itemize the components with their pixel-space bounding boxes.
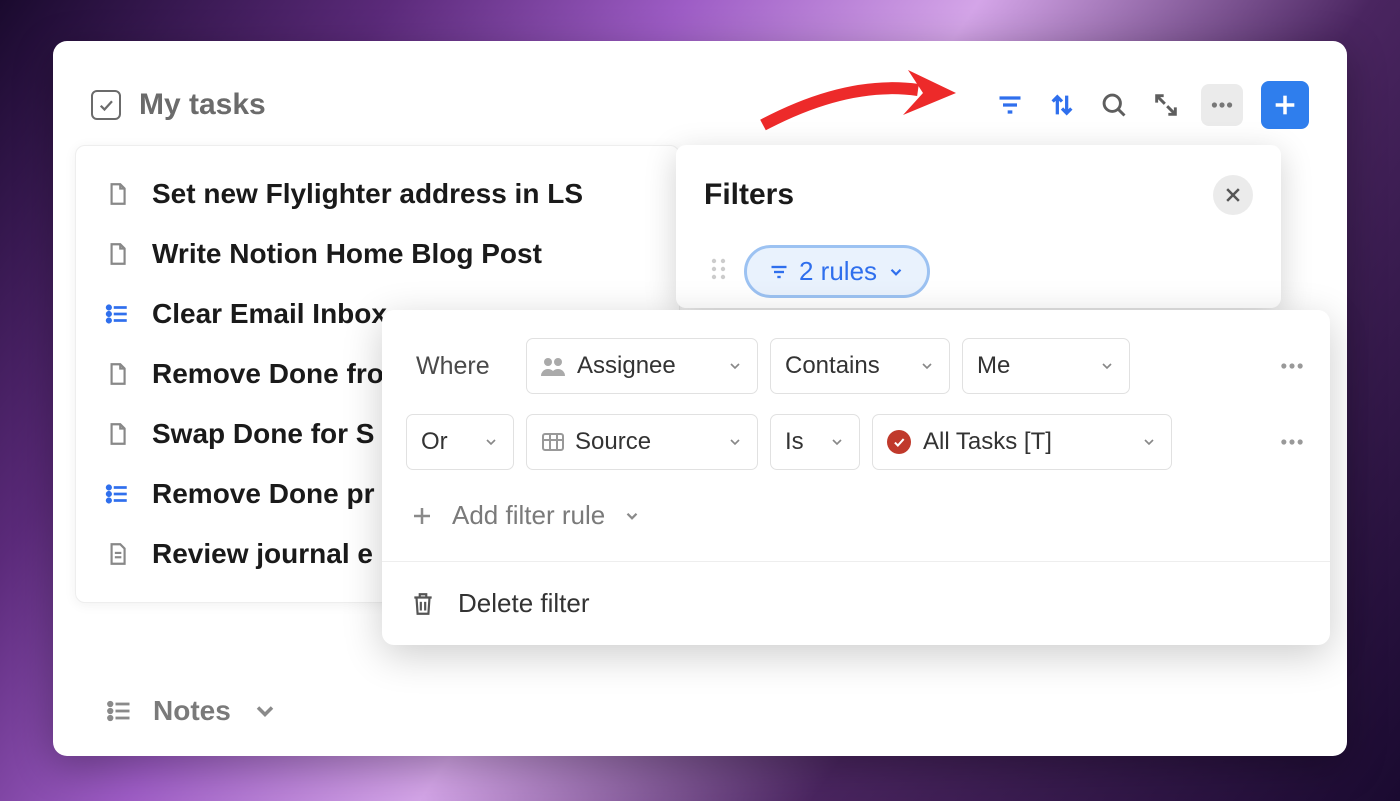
value-label: Me [977,352,1010,380]
condition-label: Is [785,428,804,456]
toolbar [993,81,1309,129]
task-label: Swap Done for S [152,418,374,450]
task-row[interactable]: Set new Flylighter address in LS [76,164,679,224]
header: My tasks [91,81,1309,129]
add-button[interactable] [1261,81,1309,129]
task-label: Remove Done fro [152,358,384,390]
annotation-arrow [758,55,958,140]
filters-popover: Filters 2 rules [676,145,1281,308]
rules-pill-label: 2 rules [799,256,877,287]
value-label: All Tasks [T] [923,428,1052,456]
add-filter-rule-button[interactable]: Add filter rule [406,490,1306,561]
close-button[interactable] [1213,175,1253,215]
task-row[interactable]: Write Notion Home Blog Post [76,224,679,284]
checkbox-icon [91,90,121,120]
row-more-button[interactable] [1278,428,1306,456]
notes-label: Notes [153,695,231,727]
filters-title: Filters [704,178,794,212]
task-label: Review journal e [152,538,373,570]
task-label: Remove Done pr [152,478,375,510]
expand-icon[interactable] [1149,88,1183,122]
task-label: Write Notion Home Blog Post [152,238,542,270]
task-label: Clear Email Inbox [152,298,387,330]
where: Where [406,346,514,387]
sort-icon[interactable] [1045,88,1079,122]
drag-handle-icon[interactable] [710,256,728,287]
notes-toggle[interactable]: Notes [105,695,279,727]
more-button[interactable] [1201,84,1243,126]
property-select[interactable]: Source [526,414,758,470]
delete-filter-label: Delete filter [458,588,590,619]
connector-label: Or [421,428,448,456]
check-circle-icon [887,430,911,454]
add-rule-label: Add filter rule [452,500,605,531]
chevron-down-icon [251,697,279,725]
title-group: My tasks [91,88,266,122]
filter-rule-row: Or Source Is All Tasks [T] [406,414,1306,470]
connector-select[interactable]: Or [406,414,514,470]
property-select[interactable]: Assignee [526,338,758,394]
value-select[interactable]: Me [962,338,1130,394]
value-select[interactable]: All Tasks [T] [872,414,1172,470]
rules-pill[interactable]: 2 rules [744,245,930,298]
property-label: Assignee [577,352,676,380]
plus-icon [410,504,434,528]
filter-rule-row: Where Assignee Contains Me [406,338,1306,394]
property-label: Source [575,428,651,456]
trash-icon [410,591,436,617]
condition-label: Contains [785,352,880,380]
filter-icon[interactable] [993,88,1027,122]
chevron-down-icon [623,507,641,525]
row-more-button[interactable] [1278,352,1306,380]
search-icon[interactable] [1097,88,1131,122]
page-title: My tasks [139,88,266,122]
filter-rules-panel: Where Assignee Contains Me Or [382,310,1330,645]
task-label: Set new Flylighter address in LS [152,178,583,210]
delete-filter-button[interactable]: Delete filter [406,562,1306,645]
condition-select[interactable]: Is [770,414,860,470]
condition-select[interactable]: Contains [770,338,950,394]
